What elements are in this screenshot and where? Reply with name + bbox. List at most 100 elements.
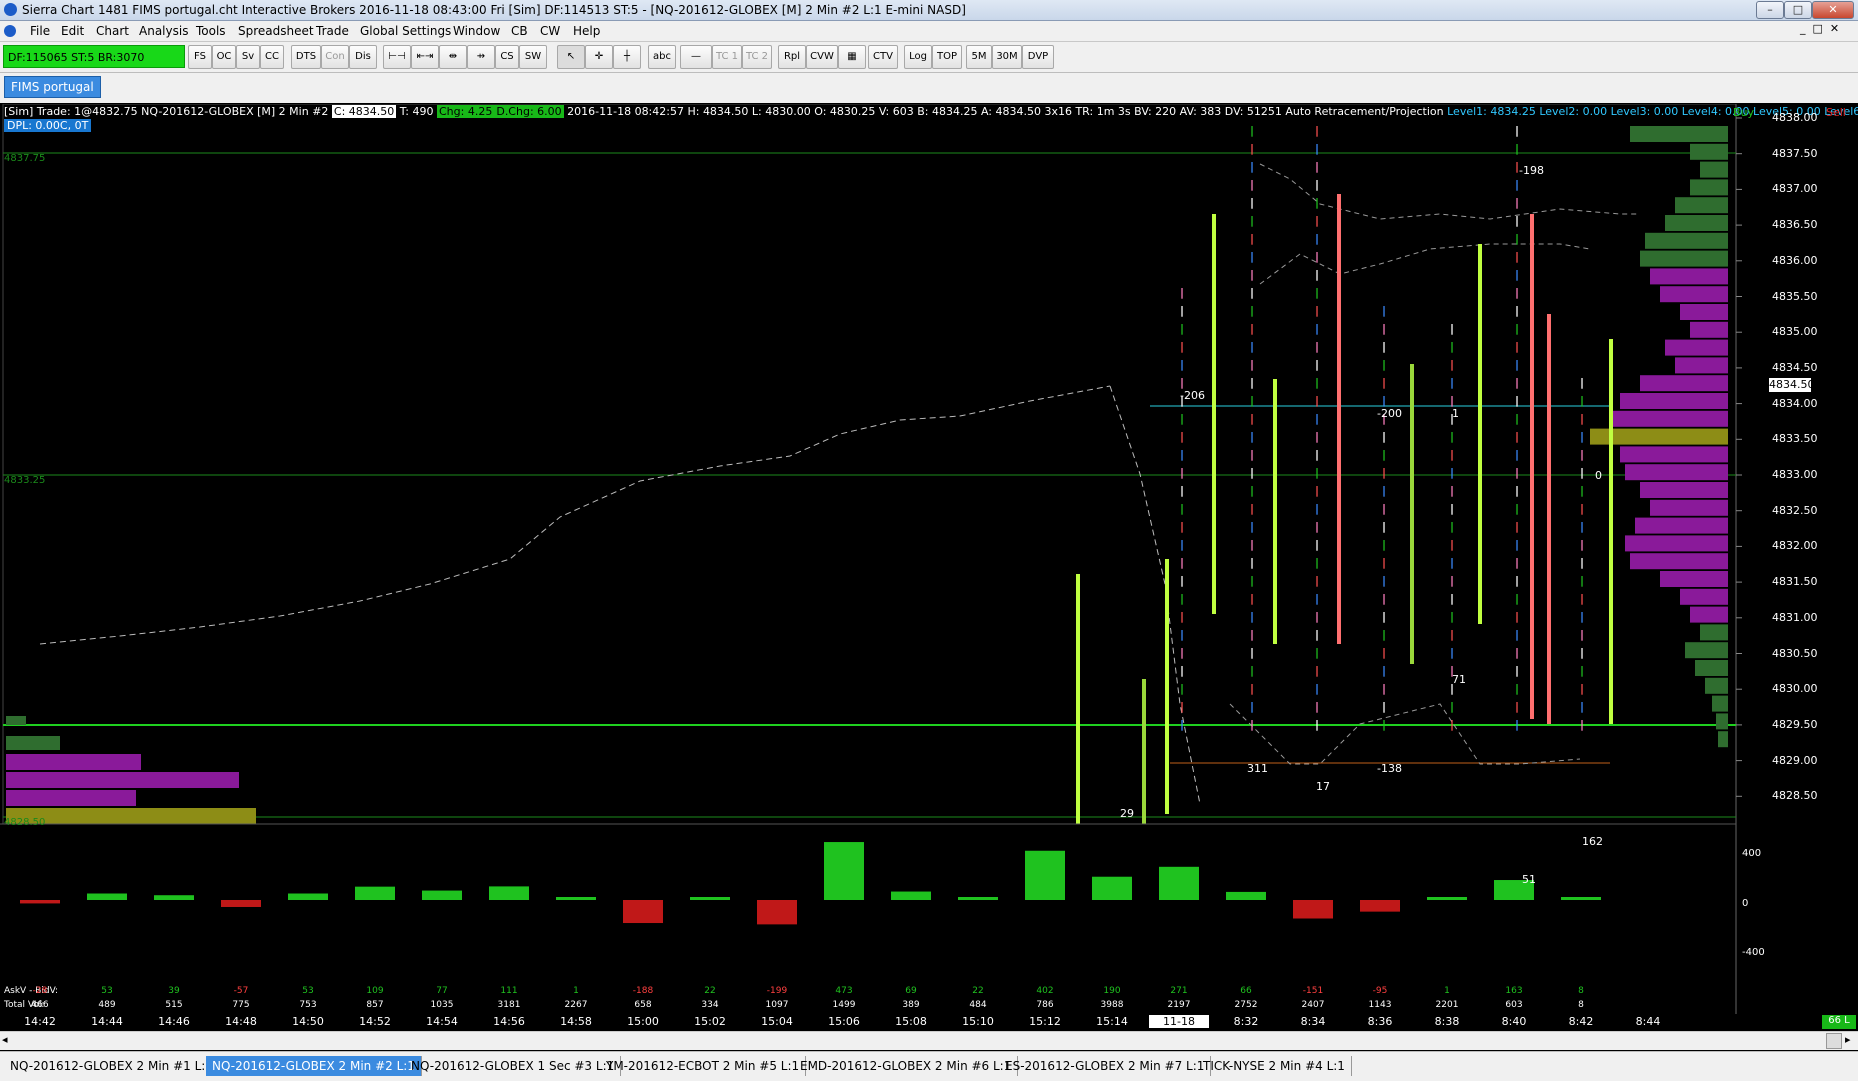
- rpl-button[interactable]: Rpl: [778, 45, 806, 69]
- footprint-cell: |: [1450, 430, 1455, 443]
- time-axis[interactable]: 14:42 14:44 14:46 14:48 14:50 14:52 14:54 14:56…: [0, 1014, 1858, 1031]
- line-tool-icon[interactable]: —: [680, 45, 712, 69]
- buy-label[interactable]: Buy: [1733, 106, 1754, 119]
- footprint-cell: |: [1250, 430, 1255, 443]
- scroll-thumb[interactable]: [1826, 1033, 1842, 1049]
- profile-bar: [1680, 304, 1728, 320]
- tab-tick-4[interactable]: TICK-NYSE 2 Min #4 L:1: [1197, 1056, 1352, 1076]
- pointer-tool-icon[interactable]: ↖: [557, 45, 585, 69]
- footprint-cell: |: [1515, 178, 1520, 191]
- horizontal-scrollbar[interactable]: ◂ ▸: [0, 1031, 1858, 1050]
- cs-button[interactable]: CS: [495, 45, 519, 69]
- footprint-cell: |: [1180, 412, 1185, 425]
- tab-es-7[interactable]: ES-201612-GLOBEX 2 Min #7 L:1: [999, 1056, 1212, 1076]
- scroll-left-icon[interactable]: ◂: [2, 1033, 8, 1046]
- dvp-button[interactable]: DVP: [1022, 45, 1054, 69]
- tab-nq-2[interactable]: NQ-201612-GLOBEX 2 Min #2 L:1: [206, 1056, 422, 1076]
- time-label: 8:34: [1300, 1015, 1326, 1028]
- total-vol-value: 2752: [1234, 1000, 1258, 1010]
- footprint-cell: |: [1315, 430, 1320, 443]
- cvw-button[interactable]: CVW: [806, 45, 838, 69]
- footprint-cell: |: [1315, 358, 1320, 371]
- delta-bar: [422, 890, 462, 900]
- footprint-cell: |: [1580, 502, 1585, 515]
- footprint-cell: |: [1180, 682, 1185, 695]
- bar-spacing-icon[interactable]: ⇹: [439, 45, 467, 69]
- tab-emd-6[interactable]: EMD-201612-GLOBEX 2 Min #6 L:1: [794, 1056, 1019, 1076]
- ctv-button[interactable]: CTV: [868, 45, 898, 69]
- footprint-cell: |: [1315, 286, 1320, 299]
- scroll-right-icon[interactable]: ▸: [1845, 1033, 1851, 1046]
- chartbook-tab-fims-portugal[interactable]: FIMS portugal: [4, 76, 101, 98]
- price-axis-label: 4835.50: [1772, 289, 1818, 303]
- footprint-cell: |: [1315, 502, 1320, 515]
- menu-cw[interactable]: CW: [540, 24, 560, 38]
- 30m-button[interactable]: 30M: [992, 45, 1022, 69]
- top-button[interactable]: TOP: [932, 45, 962, 69]
- footprint-cell: |: [1515, 430, 1520, 443]
- crosshair-tool-icon[interactable]: ✛: [585, 45, 613, 69]
- footprint-cell: |: [1450, 538, 1455, 551]
- fs-button[interactable]: FS: [188, 45, 212, 69]
- footprint-cell: |: [1315, 124, 1320, 137]
- scroll-right-icon[interactable]: ⇸: [467, 45, 495, 69]
- menu-bar: File Edit Chart Analysis Tools Spreadshe…: [0, 21, 1858, 42]
- close-button[interactable]: ✕: [1812, 1, 1854, 19]
- menu-trade[interactable]: Trade: [316, 24, 349, 38]
- footprint-cell: |: [1382, 358, 1387, 371]
- cc-button[interactable]: CC: [260, 45, 284, 69]
- chart-area[interactable]: [Sim] Trade: 1@4832.75 NQ-201612-GLOBEX …: [0, 104, 1858, 1014]
- delta-bar: [154, 895, 194, 900]
- menu-chart[interactable]: Chart: [96, 24, 129, 38]
- tc1-button[interactable]: TC 1: [712, 45, 742, 69]
- price-axis-label: 4836.50: [1772, 218, 1818, 232]
- sv-button[interactable]: Sv: [236, 45, 260, 69]
- sell-label[interactable]: Sell: [1826, 106, 1846, 119]
- profile-bar: [1680, 588, 1728, 605]
- footprint-cell: |: [1450, 448, 1455, 461]
- footprint-cell: |: [1382, 664, 1387, 677]
- menu-window[interactable]: Window: [453, 24, 500, 38]
- menu-spreadsheet[interactable]: Spreadsheet: [238, 24, 314, 38]
- delta-bar: [556, 897, 596, 900]
- calculator-tool-icon[interactable]: ┼: [613, 45, 641, 69]
- menu-tools[interactable]: Tools: [196, 24, 226, 38]
- child-window-controls[interactable]: _ □ ✕: [1800, 22, 1839, 35]
- menu-cb[interactable]: CB: [511, 24, 528, 38]
- footprint-cell: |: [1250, 646, 1255, 659]
- app-menu-icon[interactable]: [4, 25, 16, 37]
- total-vol-value: 1143: [1368, 1000, 1392, 1010]
- footprint-cell: |: [1250, 358, 1255, 371]
- oc-button[interactable]: OC: [212, 45, 236, 69]
- footprint-cell: |: [1515, 394, 1520, 407]
- menu-global-settings[interactable]: Global Settings: [360, 24, 451, 38]
- profile-bar: [1630, 553, 1728, 570]
- footprint-candle: [1273, 379, 1277, 644]
- menu-help[interactable]: Help: [573, 24, 600, 38]
- total-vol-value: 603: [1505, 1000, 1523, 1010]
- sw-button[interactable]: SW: [519, 45, 547, 69]
- log-button[interactable]: Log: [904, 45, 932, 69]
- tab-ym-5[interactable]: YM-201612-ECBOT 2 Min #5 L:1: [600, 1056, 807, 1076]
- footprint-cell: |: [1250, 412, 1255, 425]
- dom-grid-icon[interactable]: ▦: [838, 45, 866, 69]
- tab-nq-3[interactable]: NQ-201612-GLOBEX 1 Sec #3 L:1: [405, 1056, 622, 1076]
- menu-file[interactable]: File: [30, 24, 50, 38]
- tc2-button[interactable]: TC 2: [742, 45, 772, 69]
- footprint-cell: |: [1315, 340, 1320, 353]
- delta-value: 39: [168, 986, 180, 996]
- footprint-cell: |: [1382, 718, 1387, 731]
- maximize-button[interactable]: □: [1784, 1, 1812, 19]
- scale-range-icon[interactable]: ⊢⊣: [383, 45, 411, 69]
- 5m-button[interactable]: 5M: [966, 45, 992, 69]
- dts-button[interactable]: DTS: [291, 45, 321, 69]
- menu-edit[interactable]: Edit: [61, 24, 84, 38]
- con-button[interactable]: Con: [321, 45, 349, 69]
- text-tool-button[interactable]: abc: [648, 45, 676, 69]
- tab-nq-1[interactable]: NQ-201612-GLOBEX 2 Min #1 L:1: [4, 1056, 220, 1076]
- fit-range-icon[interactable]: ⇤⇥: [411, 45, 439, 69]
- menu-analysis[interactable]: Analysis: [139, 24, 188, 38]
- footprint-cell: |: [1450, 628, 1455, 641]
- minimize-button[interactable]: –: [1756, 1, 1784, 19]
- dis-button[interactable]: Dis: [349, 45, 377, 69]
